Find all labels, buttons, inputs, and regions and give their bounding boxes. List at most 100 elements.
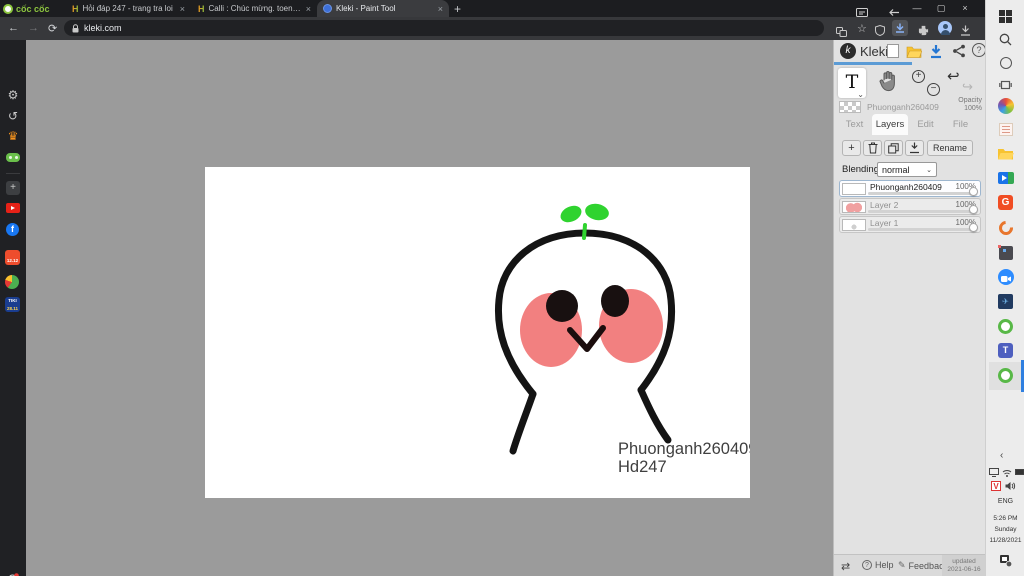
downloads-tray-icon[interactable] — [960, 23, 971, 41]
volume-icon[interactable] — [1005, 481, 1016, 491]
settings-gear-icon[interactable]: ⚙ — [0, 88, 26, 102]
layer-row-3[interactable]: Phuonganh260409 100% — [839, 180, 981, 197]
layer-row-1[interactable]: Layer 1 100% — [839, 216, 981, 233]
clock-day[interactable]: Sunday — [986, 526, 1024, 533]
blending-label: Blending — [842, 164, 879, 175]
games-gamepad-icon[interactable] — [6, 153, 20, 162]
zoom-out-button[interactable]: − — [927, 83, 940, 96]
tab-hoidap247[interactable]: H Hỏi đáp 247 - trang tra loi × — [66, 0, 191, 17]
green-app-active-icon[interactable] — [995, 365, 1016, 386]
tray-chevron-icon[interactable]: ‹ — [1000, 450, 1003, 461]
garena-icon[interactable]: G — [995, 192, 1016, 213]
opacity-slider-track[interactable] — [868, 228, 976, 231]
help-link[interactable]: ? Help — [862, 560, 894, 570]
bookmark-star-icon[interactable]: ☆ — [857, 22, 867, 35]
dark-app-icon[interactable] — [995, 242, 1016, 263]
battery-tray-icon[interactable] — [1015, 468, 1024, 476]
opacity-slider-knob[interactable] — [969, 205, 978, 214]
start-button[interactable] — [995, 6, 1016, 27]
cortana-icon[interactable] — [995, 52, 1016, 73]
tab-file[interactable]: File — [943, 114, 978, 135]
paint-canvas[interactable]: Phuonganh260409 Hd247 — [205, 167, 757, 498]
new-image-icon[interactable] — [887, 44, 899, 58]
extensions-puzzle-icon[interactable] — [918, 23, 929, 41]
feedback-link[interactable]: ✎ Feedback — [898, 560, 948, 571]
new-tab-button[interactable]: + — [454, 2, 461, 16]
free-fire-icon[interactable] — [995, 217, 1016, 238]
opacity-slider-track[interactable] — [868, 192, 976, 195]
wifi-tray-icon[interactable] — [1002, 468, 1012, 477]
address-bar[interactable]: kleki.com — [64, 20, 824, 36]
file-explorer-icon[interactable] — [995, 143, 1016, 164]
green-app-icon[interactable] — [995, 316, 1016, 337]
reload-icon[interactable]: ⟳ — [48, 22, 57, 35]
teams-icon[interactable]: T — [995, 340, 1016, 361]
save-download-icon[interactable] — [929, 44, 943, 61]
zoom-in-button[interactable]: + — [912, 70, 925, 83]
open-file-icon[interactable] — [906, 45, 923, 60]
notes-app-icon[interactable] — [995, 119, 1016, 140]
swap-icon[interactable]: ⇄ — [841, 560, 850, 573]
add-layer-button[interactable]: + — [842, 140, 861, 156]
current-layer-thumbnail[interactable] — [839, 101, 861, 113]
tool-caret-icon[interactable]: ⌄ — [857, 90, 864, 99]
close-button[interactable]: × — [956, 3, 974, 13]
search-icon[interactable] — [995, 29, 1016, 50]
hand-pan-tool[interactable] — [878, 70, 898, 95]
task-view-icon[interactable] — [995, 74, 1016, 95]
text-tool-button[interactable]: T ⌄ — [838, 68, 866, 99]
redo-button[interactable]: ↪ — [962, 79, 973, 95]
help-label: Help — [875, 560, 894, 570]
tab-kleki-active[interactable]: Kleki - Paint Tool × — [317, 0, 449, 17]
merge-layer-button[interactable] — [905, 140, 924, 156]
profile-avatar[interactable] — [938, 21, 952, 35]
clock-date[interactable]: 11/28/2021 — [986, 537, 1024, 544]
coccoc-browser-icon[interactable] — [995, 95, 1016, 116]
coccoc-brand[interactable]: cốc cốc — [3, 2, 50, 15]
share-icon[interactable] — [952, 44, 966, 60]
google-meet-icon[interactable] — [995, 167, 1016, 188]
maximize-button[interactable]: ▢ — [932, 3, 950, 14]
youtube-icon[interactable] — [6, 203, 20, 213]
photoshop-icon[interactable]: ✈ — [995, 291, 1016, 312]
opacity-slider-knob[interactable] — [969, 187, 978, 196]
forward-icon[interactable]: → — [28, 22, 39, 34]
tab-text[interactable]: Text — [837, 114, 872, 135]
undo-button[interactable]: ↩ — [947, 67, 960, 85]
history-icon[interactable]: ↺ — [0, 109, 26, 123]
download-manager-icon[interactable] — [892, 20, 908, 36]
shopee-sale-icon[interactable]: 12.12 — [5, 250, 20, 265]
tab-close-icon[interactable]: × — [306, 4, 311, 14]
add-shortcut-button[interactable]: + — [6, 181, 20, 195]
back-icon[interactable]: ← — [8, 22, 19, 34]
blending-select[interactable]: normal ⌄ — [877, 162, 937, 177]
minimize-button[interactable]: — — [908, 3, 926, 13]
unikey-icon[interactable]: V — [991, 481, 1001, 491]
clock-time[interactable]: 5:26 PM — [986, 515, 1024, 522]
facebook-icon[interactable]: f — [6, 223, 19, 236]
tab-layers[interactable]: Layers — [872, 114, 908, 135]
opacity-slider-knob[interactable] — [969, 223, 978, 232]
tab-close-icon[interactable]: × — [180, 4, 185, 14]
display-tray-icon[interactable] — [989, 468, 999, 477]
tab-edit[interactable]: Edit — [908, 114, 943, 135]
layer-row-2[interactable]: Layer 2 100% — [839, 198, 981, 215]
rename-layer-button[interactable]: Rename — [927, 140, 973, 156]
crown-vip-icon[interactable]: ♛ — [0, 129, 26, 143]
action-center-icon[interactable] — [995, 550, 1016, 571]
tab-calli[interactable]: H Calli : Chúc mừng. toen sáng × — [192, 0, 317, 17]
opacity-slider-track[interactable] — [868, 210, 976, 213]
opacity-value: 100% — [964, 105, 982, 112]
duplicate-layer-button[interactable] — [884, 140, 903, 156]
language-indicator[interactable]: ENG — [986, 498, 1024, 505]
blending-value: normal — [882, 164, 910, 175]
right-eye — [601, 285, 629, 317]
tab-close-icon[interactable]: × — [438, 4, 443, 14]
promo-icon[interactable] — [5, 275, 19, 289]
delete-layer-button[interactable] — [863, 140, 882, 156]
tiki-sale-icon[interactable]: TIKI 28.11 — [5, 297, 20, 312]
zoom-icon[interactable] — [995, 266, 1016, 287]
active-tool-indicator — [834, 62, 912, 65]
help-icon[interactable]: ? — [972, 43, 986, 57]
shield-icon[interactable] — [875, 23, 885, 41]
